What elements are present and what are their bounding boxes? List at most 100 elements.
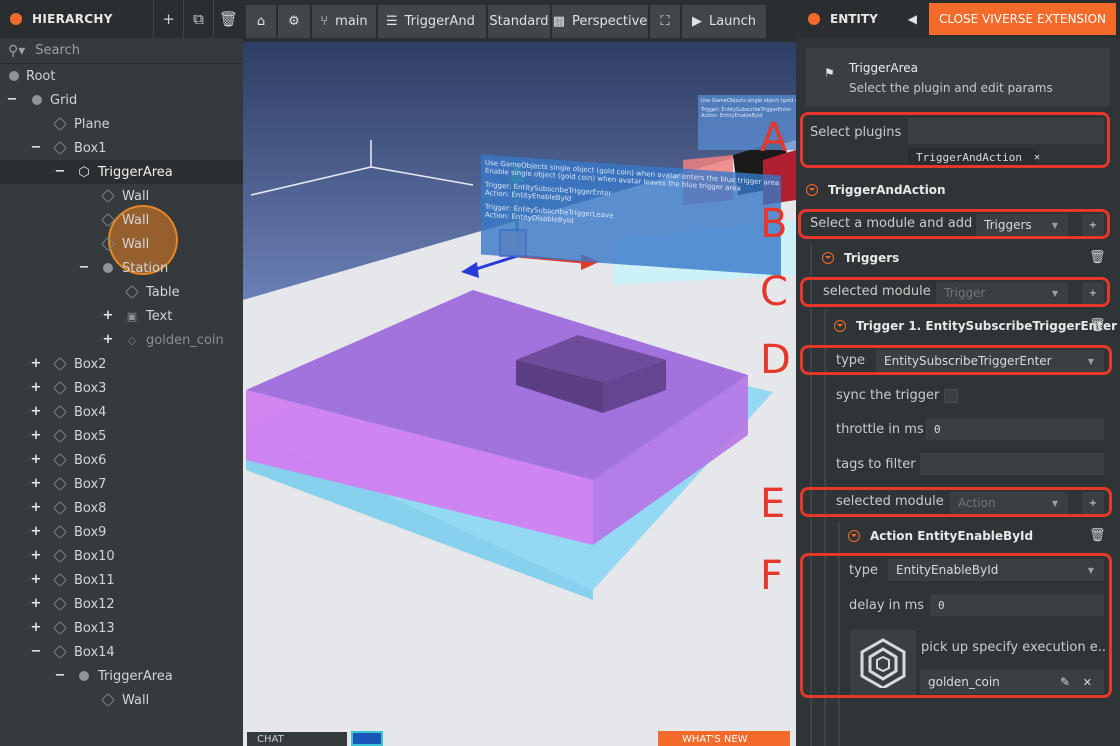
entity-dot-icon: [8, 70, 20, 82]
tree-item-label: Box3: [74, 380, 107, 396]
render-icon: [100, 188, 116, 204]
throttle-input[interactable]: 0: [926, 418, 1104, 440]
expand-icon[interactable]: +: [30, 501, 42, 514]
chat-tab[interactable]: CHAT: [247, 732, 347, 746]
expand-icon[interactable]: +: [30, 525, 42, 538]
tree-item-box2[interactable]: + Box2: [0, 352, 243, 376]
duplicate-icon[interactable]: ⧉: [183, 0, 213, 38]
tree-item-box12[interactable]: + Box12: [0, 592, 243, 616]
collapse-icon[interactable]: −: [6, 93, 18, 106]
tree-item-wall[interactable]: Wall: [0, 208, 243, 232]
tree-item-box7[interactable]: + Box7: [0, 472, 243, 496]
tree-item-label: TriggerArea: [98, 164, 173, 180]
branch-label: main: [335, 14, 368, 29]
annotation-box-b: [798, 209, 1110, 239]
tree-item-box1[interactable]: − Box1: [0, 136, 243, 160]
collapse-icon[interactable]: −: [54, 669, 66, 682]
render-icon: [52, 596, 68, 612]
tree-item-plane[interactable]: Plane: [0, 112, 243, 136]
tree-item-box11[interactable]: + Box11: [0, 568, 243, 592]
tree-item-station[interactable]: − Station: [0, 256, 243, 280]
tree-item-box8[interactable]: + Box8: [0, 496, 243, 520]
collapse-icon[interactable]: −: [30, 141, 42, 154]
tree-item-table[interactable]: Table: [0, 280, 243, 304]
chat-label: CHAT: [257, 734, 284, 745]
section-action[interactable]: Action EntityEnableById: [848, 529, 1033, 543]
tree-item-box13[interactable]: + Box13: [0, 616, 243, 640]
tree-item-label: Wall: [122, 188, 150, 204]
collapse-icon[interactable]: −: [54, 165, 66, 178]
list-icon: ☰: [386, 14, 398, 29]
scene-list-button[interactable]: ☰ TriggerAnd: [378, 5, 486, 38]
tree-item-root[interactable]: Root: [0, 64, 243, 88]
render-icon: [52, 644, 68, 660]
camera-button[interactable]: ▩ Perspective: [552, 5, 648, 38]
scene-viewport[interactable]: Use GameObjects single object (gold coin…: [243, 0, 796, 746]
annotation-letter-a: A: [760, 115, 788, 161]
tree-item-triggerarea[interactable]: − TriggerArea: [0, 664, 243, 688]
add-entity-icon[interactable]: +: [153, 0, 183, 38]
expand-icon[interactable]: +: [30, 573, 42, 586]
expand-icon[interactable]: +: [30, 597, 42, 610]
text-element-icon: ▣: [126, 309, 138, 323]
expand-icon[interactable]: +: [30, 453, 42, 466]
trash-icon[interactable]: 🗑: [1089, 250, 1106, 265]
tree-item-text[interactable]: + ▣ Text: [0, 304, 243, 328]
tree-item-box5[interactable]: + Box5: [0, 424, 243, 448]
sync-checkbox[interactable]: [944, 389, 958, 403]
tree-item-wall[interactable]: Wall: [0, 184, 243, 208]
close-extension-button[interactable]: CLOSE VIVERSE EXTENSION: [928, 3, 1116, 35]
tree-item-wall[interactable]: Wall: [0, 688, 243, 712]
tree-item-label: Box5: [74, 428, 107, 444]
settings-button[interactable]: ⚙: [278, 5, 310, 38]
expand-icon[interactable]: +: [30, 549, 42, 562]
entity-panel: ENTITY ◀ CLOSE VIVERSE EXTENSION ⚑ Trigg…: [796, 0, 1120, 746]
section-trigger1[interactable]: Trigger 1. EntitySubscribeTriggerEnter: [834, 319, 1117, 333]
collapse-arrow-icon[interactable]: ◀: [908, 12, 917, 26]
tree-item-triggerarea-selected[interactable]: − ⬡ TriggerArea: [0, 160, 243, 184]
tree-item-box4[interactable]: + Box4: [0, 400, 243, 424]
tree-item-label: Box8: [74, 500, 107, 516]
whats-new-button[interactable]: WHAT'S NEW: [658, 731, 790, 746]
scene-name-label: TriggerAnd: [404, 14, 475, 29]
tags-input[interactable]: [920, 453, 1104, 475]
trash-icon[interactable]: 🗑: [1089, 318, 1106, 333]
expand-icon[interactable]: +: [30, 477, 42, 490]
tree-item-box6[interactable]: + Box6: [0, 448, 243, 472]
tree-item-label: Box2: [74, 356, 107, 372]
tree-item-wall[interactable]: Wall: [0, 232, 243, 256]
hierarchy-search[interactable]: ⚲▾ Search: [0, 38, 243, 64]
home-button[interactable]: ⌂: [246, 5, 276, 38]
tree-item-box3[interactable]: + Box3: [0, 376, 243, 400]
flag-icon: ⚑: [824, 66, 835, 80]
throttle-label: throttle in ms: [836, 422, 924, 437]
trash-icon[interactable]: 🗑: [213, 0, 243, 38]
collapse-icon[interactable]: −: [78, 261, 90, 274]
search-input[interactable]: Search: [35, 43, 80, 58]
trash-icon[interactable]: 🗑: [1089, 528, 1106, 543]
collapse-circle-icon: [848, 530, 860, 542]
expand-icon[interactable]: +: [30, 429, 42, 442]
expand-icon[interactable]: +: [30, 357, 42, 370]
expand-icon[interactable]: +: [30, 405, 42, 418]
tree-item-label: Grid: [50, 92, 78, 108]
section-triggers[interactable]: Triggers: [822, 251, 899, 265]
fullscreen-button[interactable]: ⛶: [650, 5, 680, 38]
expand-icon[interactable]: +: [102, 333, 114, 346]
expand-icon[interactable]: +: [102, 309, 114, 322]
tree-item-box10[interactable]: + Box10: [0, 544, 243, 568]
expand-icon[interactable]: +: [30, 381, 42, 394]
launch-button[interactable]: ▶ Launch: [682, 5, 766, 38]
collapse-icon[interactable]: −: [30, 645, 42, 658]
tree-item-box9[interactable]: + Box9: [0, 520, 243, 544]
branch-button[interactable]: ⑂ main: [312, 5, 376, 38]
tree-item-golden-coin[interactable]: + ◇ golden_coin: [0, 328, 243, 352]
mode-button[interactable]: Standard: [488, 5, 550, 38]
annotation-box-f: [800, 553, 1112, 698]
section-triggerandaction[interactable]: TriggerAndAction: [806, 183, 946, 197]
tree-item-grid[interactable]: − Grid: [0, 88, 243, 112]
user-avatar[interactable]: [351, 731, 383, 746]
expand-icon[interactable]: +: [30, 621, 42, 634]
tree-item-box14[interactable]: − Box14: [0, 640, 243, 664]
render-icon: [52, 428, 68, 444]
